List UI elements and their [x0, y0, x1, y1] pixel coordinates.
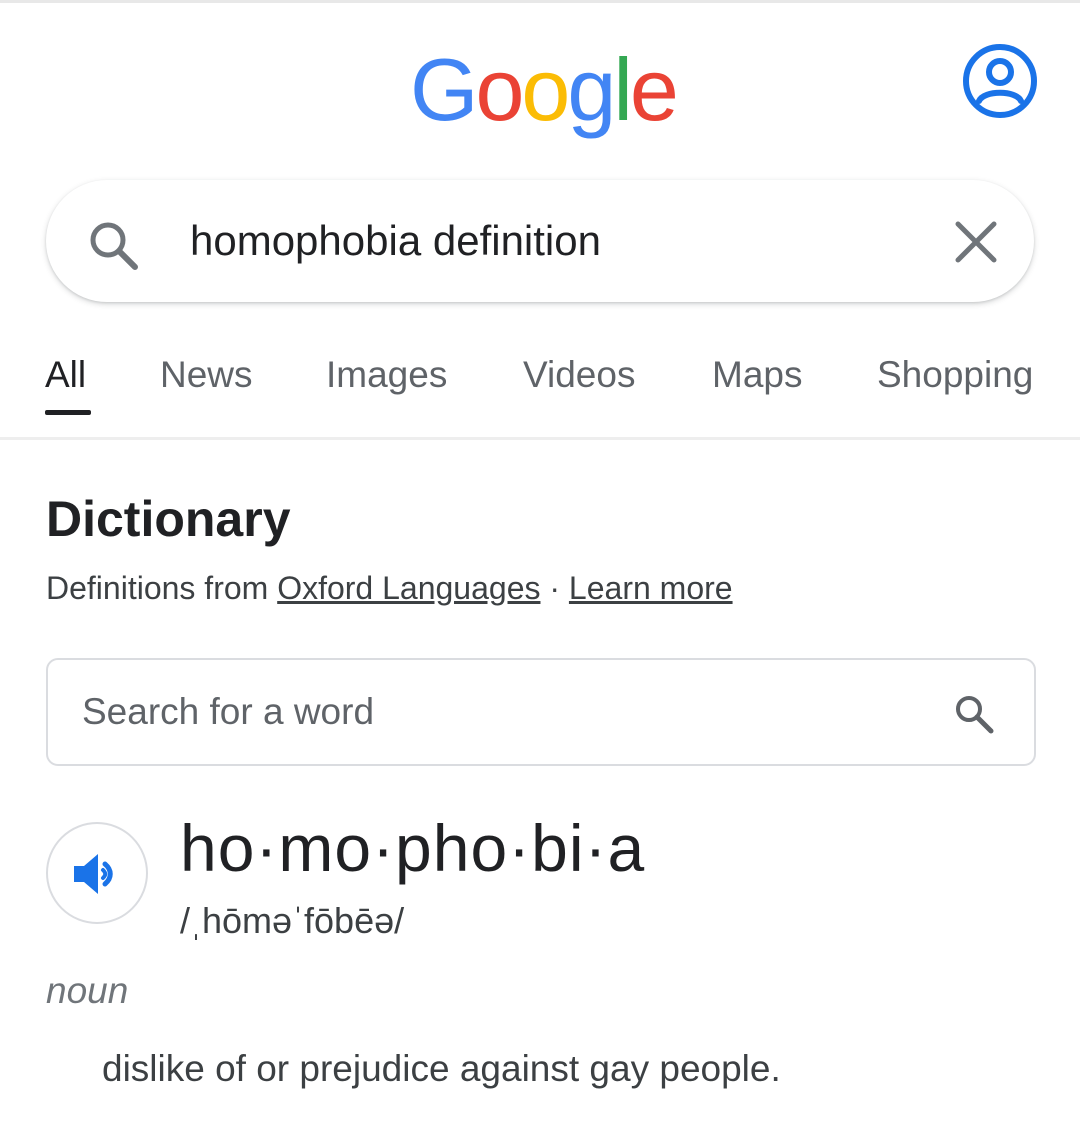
tab-all[interactable]: All	[45, 354, 86, 396]
dictionary-source: Definitions from Oxford Languages · Lear…	[46, 570, 733, 607]
logo-letter-e: e	[629, 40, 679, 139]
dictionary-title: Dictionary	[46, 491, 291, 547]
top-divider	[0, 0, 1080, 3]
search-query-text[interactable]: homophobia definition	[190, 214, 601, 268]
logo-letter-l: l	[613, 40, 632, 139]
logo-letter-o1: o	[475, 40, 524, 139]
logo-letter-g: G	[410, 40, 478, 139]
oxford-languages-link[interactable]: Oxford Languages	[277, 570, 540, 606]
part-of-speech: noun	[46, 970, 129, 1011]
search-icon[interactable]	[86, 218, 140, 272]
google-logo[interactable]: Google	[410, 40, 679, 140]
pronunciation-button[interactable]	[46, 822, 148, 924]
search-box[interactable]: homophobia definition	[46, 180, 1034, 302]
word-search-input[interactable]	[82, 684, 922, 740]
logo-letter-g2: g	[567, 40, 616, 139]
account-circle-icon[interactable]	[962, 43, 1038, 119]
definition-text: dislike of or prejudice against gay peop…	[102, 1048, 781, 1089]
source-prefix: Definitions from	[46, 570, 278, 606]
headword: ho·mo·pho·bi·a	[180, 811, 646, 885]
tab-videos[interactable]: Videos	[523, 354, 635, 396]
volume-icon	[74, 854, 113, 894]
tab-shopping[interactable]: Shopping	[877, 354, 1033, 396]
tab-news[interactable]: News	[160, 354, 253, 396]
learn-more-link[interactable]: Learn more	[569, 570, 733, 606]
active-tab-indicator	[45, 410, 91, 415]
logo-letter-o2: o	[521, 40, 570, 139]
close-icon[interactable]	[954, 220, 998, 264]
word-search-box[interactable]	[46, 658, 1036, 766]
tab-images[interactable]: Images	[326, 354, 447, 396]
phonetic-spelling: /ˌhōməˈfōbēə/	[180, 900, 405, 941]
source-separator: ·	[540, 570, 569, 606]
search-results-page: Google homophobia definition All News Im…	[0, 0, 1080, 1143]
tabs-divider	[0, 437, 1080, 440]
search-icon[interactable]	[952, 692, 996, 736]
search-tabs: All News Images Videos Maps Shopping	[0, 340, 1080, 438]
tab-maps[interactable]: Maps	[712, 354, 802, 396]
